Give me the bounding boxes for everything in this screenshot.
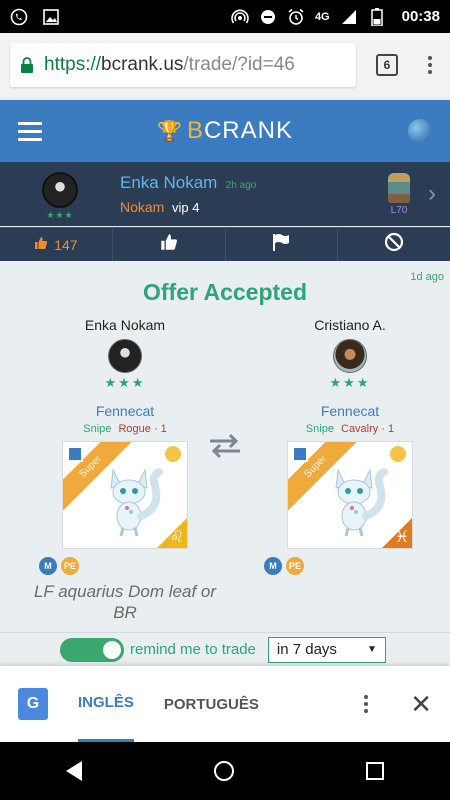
- translate-menu-button[interactable]: [364, 695, 369, 713]
- globe-icon[interactable]: [408, 119, 432, 143]
- element-badge-icon: [67, 446, 83, 462]
- close-icon[interactable]: ✕: [410, 689, 432, 720]
- network-type: 4G: [314, 10, 330, 23]
- pet-class: Cavalry · 1: [341, 423, 395, 435]
- pet-image[interactable]: Super ♓: [287, 441, 413, 549]
- url-host: bcrank.us: [101, 54, 184, 75]
- swap-icon: [208, 433, 242, 466]
- chevron-right-icon[interactable]: ›: [428, 180, 444, 208]
- tab-switcher-button[interactable]: 6: [376, 54, 398, 76]
- game-character-icon: [388, 172, 410, 203]
- block-button[interactable]: [338, 228, 450, 261]
- reminder-select[interactable]: in 7 days ▼: [267, 636, 386, 663]
- game-level: L70: [390, 204, 408, 216]
- action-bar: 147: [0, 227, 450, 261]
- chip-pe: PE: [286, 557, 304, 575]
- element-badge-icon: [292, 446, 308, 462]
- pet-role: Snipe: [305, 423, 334, 435]
- translate-bar: G INGLÊS PORTUGUÊS ✕: [0, 666, 450, 742]
- report-button[interactable]: [226, 228, 339, 261]
- chevron-down-icon: ▼: [366, 644, 377, 655]
- site-logo: 🏆 BCRANK: [0, 117, 450, 145]
- pet-chips: M PE: [39, 557, 225, 575]
- address-bar[interactable]: https://bcrank.us/trade/?id=46: [10, 43, 356, 87]
- do-not-disturb-icon: [259, 8, 277, 26]
- poster-name[interactable]: Enka Nokam: [120, 173, 217, 192]
- browser-menu-button[interactable]: [420, 56, 440, 74]
- reminder-toggle[interactable]: [60, 637, 124, 662]
- battery-icon: [368, 7, 386, 26]
- likes-count: 147: [0, 228, 113, 261]
- thumbs-up-icon: [159, 233, 179, 256]
- pet-chips: M PE: [264, 557, 450, 575]
- game-avatar: L70: [374, 172, 424, 216]
- logo-letter: B: [186, 117, 204, 144]
- offer-note: LF aquarius Dom leaf or BR: [33, 582, 217, 622]
- chip-m: M: [39, 557, 57, 575]
- trader-stars: ★★★: [329, 375, 371, 390]
- avatar[interactable]: [42, 171, 78, 208]
- reminder-select-value: in 7 days: [276, 641, 337, 658]
- google-translate-icon: G: [18, 688, 48, 720]
- sun-icon: [390, 446, 406, 462]
- image-icon: [42, 8, 60, 26]
- trade-card: 1d ago Offer Accepted Enka Nokam ★★★ Fen…: [0, 265, 450, 665]
- lock-icon: [20, 57, 34, 73]
- pet-class: Rogue · 1: [118, 423, 167, 435]
- reminder-label: remind me to trade: [130, 641, 256, 658]
- status-bar: 4G 00:38: [0, 0, 450, 33]
- system-nav-bar: [0, 742, 450, 800]
- fennecat-icon: [110, 468, 163, 536]
- avatar[interactable]: [333, 339, 367, 373]
- trade-status: Offer Accepted: [142, 279, 308, 305]
- trader-stars: ★★★: [104, 375, 146, 390]
- pet-tags: Snipe Cavalry · 1: [250, 423, 450, 435]
- clock: 00:38: [401, 8, 440, 25]
- signal-icon: [340, 8, 358, 26]
- home-icon[interactable]: [214, 761, 234, 781]
- tab-target-language[interactable]: PORTUGUÊS: [164, 666, 259, 742]
- avatar[interactable]: [108, 339, 142, 373]
- offer-right: Cristiano A. ★★★ Fennecat Snipe Cavalry …: [250, 317, 450, 575]
- trader-name[interactable]: Cristiano A.: [250, 317, 450, 333]
- sun-icon: [165, 446, 181, 462]
- menu-icon[interactable]: [18, 121, 42, 141]
- alarm-icon: [287, 8, 305, 26]
- url-path: /trade/?id=46: [183, 54, 295, 75]
- trader-name[interactable]: Enka Nokam: [25, 317, 225, 333]
- thumbs-up-small-icon: [34, 236, 48, 253]
- pet-name[interactable]: Fennecat: [25, 403, 225, 419]
- pet-image[interactable]: Super ♌: [62, 441, 188, 549]
- offer-left: Enka Nokam ★★★ Fennecat Snipe Rogue · 1 …: [25, 317, 225, 623]
- poster-stars: ★★★: [46, 209, 74, 220]
- site-header: 🏆 BCRANK: [0, 100, 450, 162]
- trade-time: 1d ago: [410, 271, 444, 283]
- reminder-row: remind me to trade in 7 days ▼: [0, 632, 450, 666]
- pet-role: Snipe: [83, 423, 112, 435]
- logo-text: CRANK: [203, 117, 293, 144]
- game-name: Nokam: [120, 199, 165, 215]
- trophy-icon: 🏆: [157, 121, 183, 143]
- fennecat-icon: [335, 468, 388, 536]
- flag-icon: [271, 233, 291, 256]
- post-time: 2h ago: [225, 180, 257, 191]
- chip-pe: PE: [61, 557, 79, 575]
- vip-level: vip 4: [171, 200, 200, 215]
- chip-m: M: [264, 557, 282, 575]
- url-scheme: https://: [44, 54, 102, 75]
- like-button[interactable]: [113, 228, 226, 261]
- poster-bar: ★★★ Enka Nokam 2h ago Nokam vip 4 L70 ›: [0, 162, 450, 226]
- recent-apps-icon[interactable]: [366, 762, 384, 780]
- whatsapp-icon: [10, 8, 28, 26]
- hotspot-icon: [231, 8, 249, 26]
- pet-tags: Snipe Rogue · 1: [25, 423, 225, 435]
- block-icon: [384, 232, 404, 257]
- pet-name[interactable]: Fennecat: [250, 403, 450, 419]
- back-icon[interactable]: [66, 761, 82, 781]
- likes-value: 147: [54, 236, 78, 253]
- tab-source-language[interactable]: INGLÊS: [78, 666, 134, 742]
- browser-toolbar: https://bcrank.us/trade/?id=46 6: [0, 33, 450, 97]
